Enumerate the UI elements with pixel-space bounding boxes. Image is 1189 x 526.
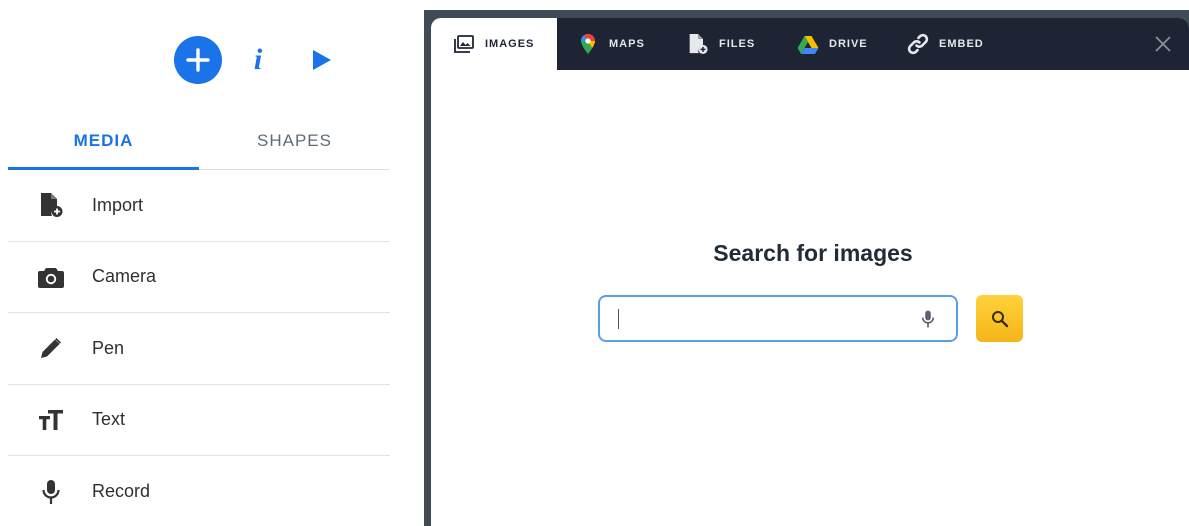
tab-shapes[interactable]: SHAPES [199, 112, 390, 169]
search-icon [991, 310, 1008, 327]
tab-label: DRIVE [829, 38, 868, 50]
media-item-label: Camera [92, 266, 157, 287]
play-icon [313, 50, 331, 70]
media-panel: i MEDIA SHAPES Import Camera Pen Text Re… [0, 0, 400, 526]
media-item-camera[interactable]: Camera [8, 242, 390, 313]
dialog-tabs: IMAGES MAPS FILES DRIVE EMBED [431, 18, 1189, 70]
mic-icon [921, 310, 935, 327]
top-actions: i [174, 36, 336, 84]
google-drive-icon [797, 33, 819, 55]
images-icon [453, 33, 475, 55]
media-item-label: Text [92, 409, 126, 430]
media-item-label: Pen [92, 337, 125, 358]
media-item-label: Record [92, 481, 151, 502]
tab-label: EMBED [939, 38, 984, 50]
media-item-record[interactable]: Record [8, 456, 390, 526]
media-item-label: Import [92, 194, 144, 215]
file-add-icon [36, 192, 66, 218]
tab-maps[interactable]: MAPS [557, 18, 667, 70]
tab-files[interactable]: FILES [667, 18, 777, 70]
pen-icon [36, 336, 66, 360]
media-item-import[interactable]: Import [8, 170, 390, 242]
tab-label: FILES [719, 38, 756, 50]
info-icon: i [253, 43, 263, 76]
close-icon [1155, 36, 1171, 52]
tab-label: IMAGES [485, 38, 535, 50]
mic-icon [36, 479, 66, 505]
search-box [598, 295, 958, 342]
text-size-icon [36, 409, 66, 431]
file-add-icon [687, 33, 709, 55]
tab-label: MAPS [609, 38, 645, 50]
search-title: Search for images [713, 240, 913, 266]
camera-icon [36, 266, 66, 288]
link-icon [907, 33, 929, 55]
search-input[interactable] [600, 297, 908, 340]
media-item-text[interactable]: Text [8, 385, 390, 456]
close-button[interactable] [1151, 32, 1175, 56]
text-caret [618, 309, 619, 329]
play-button[interactable] [308, 36, 336, 84]
info-button[interactable]: i [244, 36, 272, 84]
add-button[interactable] [174, 36, 222, 84]
plus-icon [186, 48, 210, 72]
tab-embed[interactable]: EMBED [887, 18, 997, 70]
media-list: Import Camera Pen Text Record [8, 170, 390, 526]
search-button[interactable] [976, 295, 1023, 342]
tab-media[interactable]: MEDIA [8, 112, 199, 170]
voice-search-button[interactable] [908, 299, 948, 339]
tab-images[interactable]: IMAGES [431, 18, 557, 70]
panel-tabs: MEDIA SHAPES [8, 112, 390, 170]
tab-drive[interactable]: DRIVE [777, 18, 887, 70]
media-search-dialog: IMAGES MAPS FILES DRIVE EMBED Search for… [431, 18, 1189, 526]
google-maps-icon [577, 33, 599, 55]
media-item-pen[interactable]: Pen [8, 313, 390, 385]
